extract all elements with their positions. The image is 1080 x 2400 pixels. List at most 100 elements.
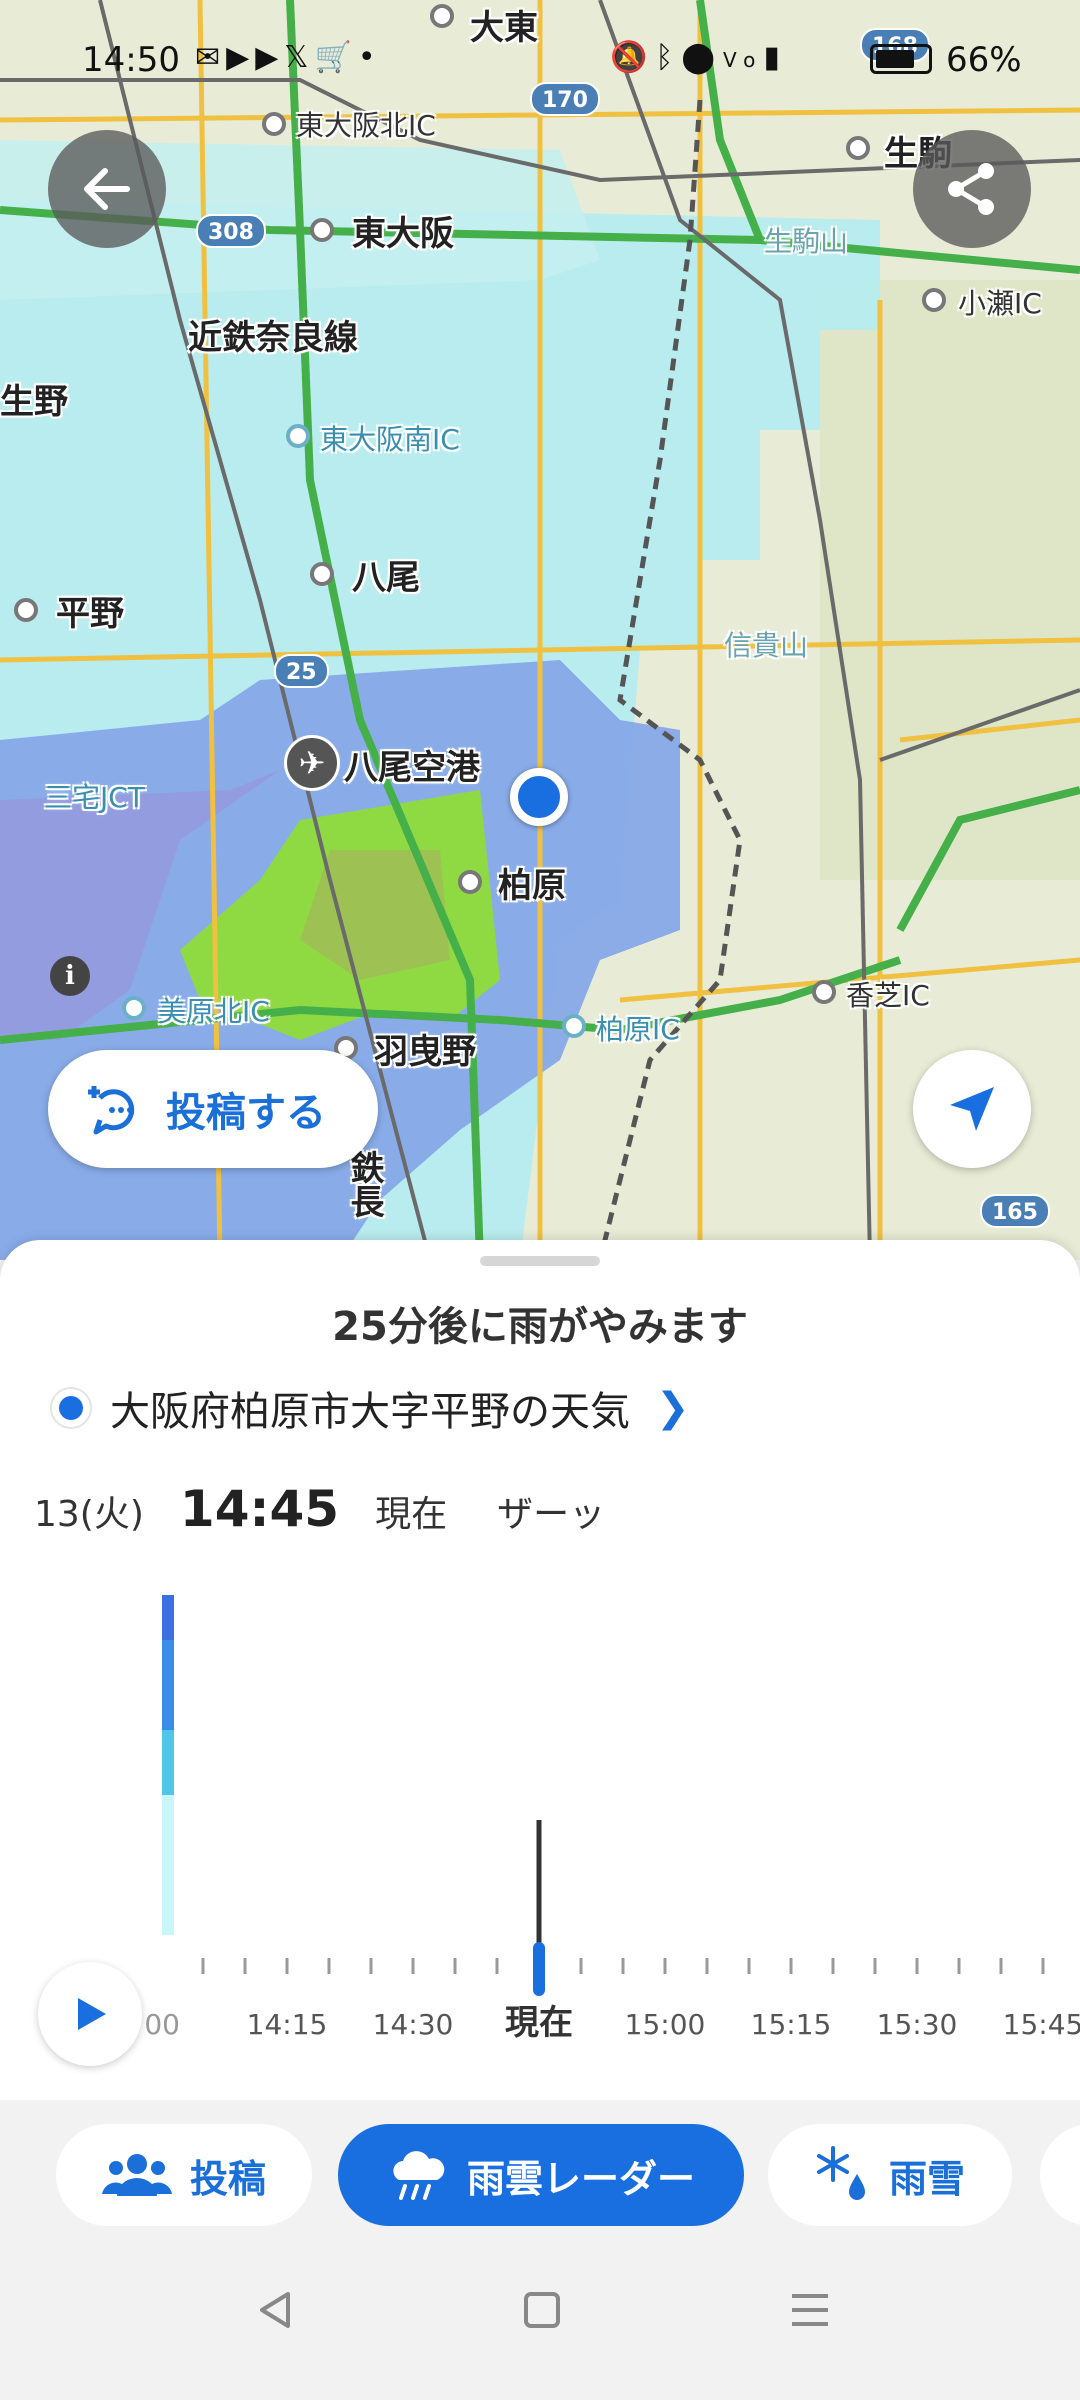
date-label: 13(火)	[34, 1494, 144, 1535]
timeline-label: 15:30	[877, 2008, 958, 2041]
place-label-higashiosaka: 東大阪	[352, 214, 454, 254]
timeline-label: 15:45	[1003, 2008, 1080, 2041]
place-label-kashiba-ic: 香芝IC	[846, 979, 930, 1012]
youtube-icon: ▶	[226, 40, 256, 75]
timeline-scrubber[interactable]: 00 14:15 14:30 現在 15:00 15:15 15:30 15:45	[0, 1940, 1080, 2060]
tab-rain-snow-label: 雨雪	[888, 2156, 965, 2201]
place-marker	[14, 598, 38, 622]
precipitation-chart[interactable]: 5 mm/h	[0, 1550, 1080, 1970]
share-button[interactable]	[913, 130, 1031, 248]
nav-home-icon[interactable]	[522, 2290, 562, 2330]
back-button[interactable]	[48, 130, 166, 248]
comment-plus-icon	[88, 1086, 135, 1135]
current-location-button[interactable]	[913, 1050, 1031, 1168]
timeline-ticks	[201, 1958, 1045, 1974]
place-marker	[846, 136, 870, 160]
place-marker	[262, 112, 286, 136]
place-marker	[430, 4, 454, 28]
place-label-ikuno: 生野	[0, 382, 68, 422]
nav-back-icon[interactable]	[256, 2290, 296, 2330]
system-icons: 🔕ᛒ⬤Vo▮	[610, 40, 788, 75]
place-marker	[122, 996, 146, 1020]
people-icon	[101, 2154, 172, 2196]
intensity-scale-bar	[162, 1595, 174, 1935]
rain-radar-map[interactable]: 308 170 25 165 168 大東 東大阪北IC 生駒 東大阪 生駒山 …	[0, 0, 1080, 1260]
intensity-label: ザーッ	[497, 1494, 606, 1535]
timeline-label: 現在	[505, 2003, 573, 2043]
cart-icon: 🛒	[314, 40, 358, 75]
battery-icon	[870, 44, 932, 74]
route-shield: 165	[980, 1194, 1050, 1228]
place-label-kashiwara-ic: 柏原IC	[596, 1013, 680, 1046]
place-marker	[922, 288, 946, 312]
rain-stop-headline: 25分後に雨がやみます	[332, 1304, 748, 1350]
place-label-higashiosaka-kita-ic: 東大阪北IC	[296, 109, 436, 142]
place-label-habikino: 羽曳野	[374, 1032, 476, 1072]
tab-rain-snow[interactable]: 雨雪	[768, 2124, 1012, 2226]
now-label: 現在	[375, 1494, 448, 1535]
signal-4g-icon: ▮	[763, 40, 788, 75]
share-icon	[948, 163, 994, 215]
place-label-higashiosaka-minami-ic: 東大阪南IC	[320, 423, 460, 456]
snow-rain-icon	[816, 2146, 865, 2200]
x-icon: 𝕏	[284, 40, 315, 75]
route-shield: 25	[274, 654, 329, 688]
timeline-labels: 14:15 14:30 現在 15:00 15:15 15:30 15:45	[247, 2003, 1080, 2043]
place-label-ikomayama: 生駒山	[764, 225, 849, 258]
airport-icon: ✈	[284, 735, 340, 791]
tab-posts-label: 投稿	[189, 2156, 266, 2201]
notification-icons: ✉▶▶𝕏🛒•	[195, 40, 382, 75]
tab-next-partial[interactable]	[1040, 2124, 1080, 2226]
place-marker	[286, 424, 310, 448]
nav-menu-icon[interactable]	[790, 2290, 830, 2330]
place-label-kashiwara: 柏原	[498, 866, 566, 906]
place-label-kose-ic: 小瀬IC	[958, 287, 1042, 320]
bluetooth-icon: ᛒ	[655, 40, 682, 75]
tab-rain-radar[interactable]: 雨雲レーダー	[338, 2124, 744, 2226]
timeline-label-partial: 00	[144, 2008, 180, 2041]
system-nav-bar	[0, 2250, 1080, 2400]
place-marker	[310, 218, 334, 242]
chevron-right-icon: ❯	[656, 1385, 690, 1431]
current-location-marker	[510, 768, 568, 826]
place-marker	[562, 1014, 586, 1038]
place-label-hirano: 平野	[56, 594, 124, 634]
status-time: 14:50	[82, 40, 180, 80]
place-marker	[812, 980, 836, 1004]
timeline-label: 14:30	[373, 2008, 454, 2041]
volte-icon: Vo	[722, 48, 764, 72]
place-marker	[310, 562, 334, 586]
post-button[interactable]: 投稿する	[48, 1050, 378, 1168]
arrow-left-icon	[84, 168, 130, 210]
time-label: 14:45	[179, 1480, 340, 1538]
info-icon[interactable]: i	[50, 956, 90, 996]
status-bar: 14:50 ✉▶▶𝕏🛒• 🔕ᛒ⬤Vo▮ 66%	[0, 30, 1080, 94]
timeline-thumb[interactable]	[533, 1942, 545, 1996]
dot-icon: •	[357, 40, 382, 75]
bottom-tab-bar: 投稿 雨雲レーダー 雨雪	[0, 2100, 1080, 2250]
place-label-shigisan: 信貴山	[724, 629, 809, 662]
timeline-label: 15:15	[751, 2008, 832, 2041]
place-label-mihara-kita-ic: 美原北IC	[158, 995, 270, 1028]
navigation-arrow-icon	[950, 1087, 994, 1131]
rain-cloud-icon	[393, 2151, 445, 2200]
tab-posts[interactable]: 投稿	[56, 2124, 312, 2226]
route-shield: 308	[196, 214, 266, 248]
time-row: 13(火) 14:45 現在 ザーッ	[34, 1480, 605, 1550]
post-button-label: 投稿する	[166, 1090, 326, 1136]
notification-icon: ✉	[195, 40, 227, 75]
youtube-icon: ▶	[255, 40, 285, 75]
play-button[interactable]	[38, 1962, 142, 2066]
location-weather-link[interactable]: 大阪府柏原市大字平野の天気 ❯	[50, 1378, 690, 1438]
location-dot-icon	[50, 1387, 92, 1429]
forecast-sheet[interactable]: 25分後に雨がやみます 大阪府柏原市大字平野の天気 ❯ 13(火) 14:45 …	[0, 1240, 1080, 2100]
timeline-label: 14:15	[247, 2008, 328, 2041]
location-icon: ⬤	[681, 40, 723, 75]
place-label-miyake-jct: 三宅JCT	[44, 781, 145, 814]
place-label-yao-airport: 八尾空港	[344, 748, 480, 788]
battery-percent: 66%	[946, 40, 1022, 80]
sheet-drag-handle[interactable]	[480, 1256, 600, 1266]
timeline-label: 15:00	[625, 2008, 706, 2041]
place-marker	[458, 870, 482, 894]
location-text: 大阪府柏原市大字平野の天気	[110, 1389, 630, 1435]
